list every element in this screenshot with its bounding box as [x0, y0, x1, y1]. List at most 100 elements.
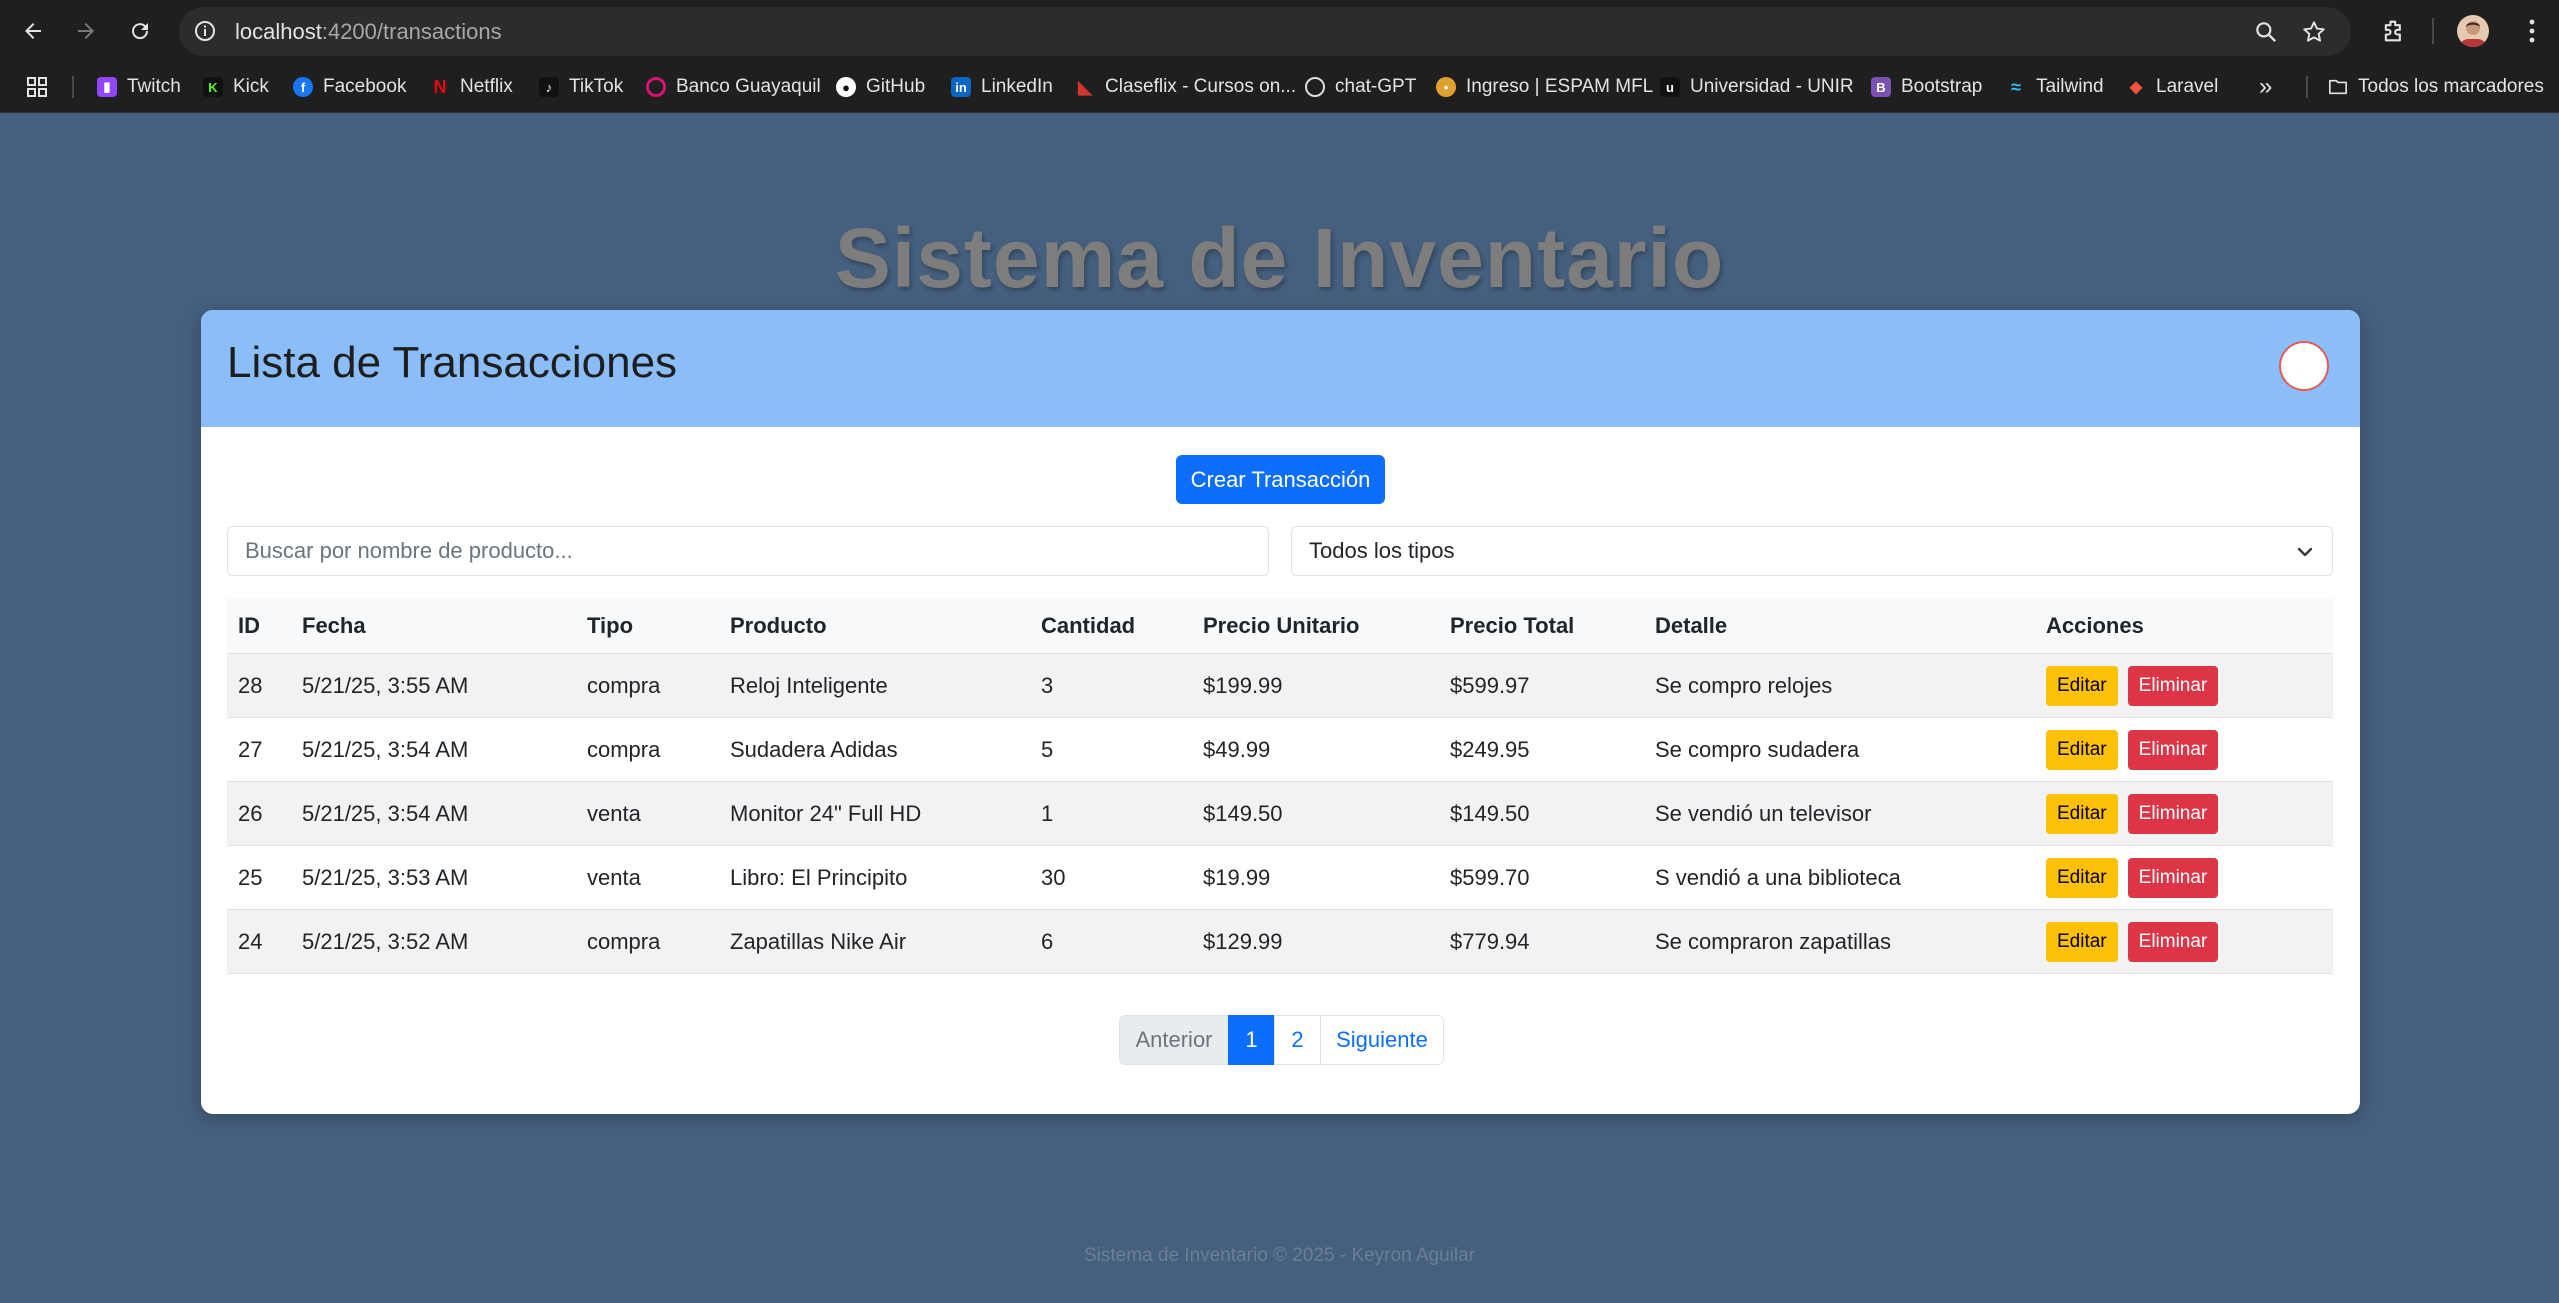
bookmark-banco-guayaquil[interactable]: Banco Guayaquil [646, 74, 821, 100]
cell-id: 28 [227, 653, 291, 718]
bookmark-unir[interactable]: u Universidad - UNIR [1660, 74, 1854, 100]
header-circle-button[interactable] [2279, 341, 2329, 391]
cell-precio-unitario: $49.99 [1192, 717, 1439, 782]
twitch-icon: ▮ [97, 77, 117, 97]
laravel-icon: ◆ [2129, 79, 2143, 96]
bookmark-linkedin[interactable]: in LinkedIn [951, 74, 1053, 100]
extensions-icon[interactable] [2378, 15, 2410, 47]
delete-button[interactable]: Eliminar [2127, 729, 2219, 770]
cell-cantidad: 6 [1030, 909, 1192, 974]
bookmark-tiktok[interactable]: ♪ TikTok [539, 74, 623, 100]
bookmark-tailwind[interactable]: ≈ Tailwind [2006, 74, 2104, 100]
netflix-icon: N [433, 76, 447, 97]
cell-id: 25 [227, 845, 291, 910]
browser-menu-icon[interactable] [2516, 15, 2548, 47]
reload-icon[interactable] [122, 13, 158, 49]
cell-id: 24 [227, 909, 291, 974]
delete-button[interactable]: Eliminar [2127, 857, 2219, 898]
bookmark-laravel[interactable]: ◆ Laravel [2126, 74, 2218, 100]
bookmark-twitch[interactable]: ▮ Twitch [97, 74, 181, 100]
pagination-previous[interactable]: Anterior [1119, 1015, 1229, 1065]
cell-fecha: 5/21/25, 3:55 AM [291, 653, 576, 718]
edit-button[interactable]: Editar [2046, 729, 2118, 770]
cell-fecha: 5/21/25, 3:53 AM [291, 845, 576, 910]
edit-button[interactable]: Editar [2046, 857, 2118, 898]
delete-button[interactable]: Eliminar [2127, 665, 2219, 706]
apps-icon[interactable] [26, 74, 48, 100]
column-header-producto[interactable]: Producto [719, 598, 1030, 654]
espam-icon: • [1436, 77, 1456, 97]
bookmark-facebook[interactable]: f Facebook [293, 74, 406, 100]
more-bookmarks-icon[interactable]: » [2259, 73, 2272, 100]
cell-producto: Libro: El Principito [719, 845, 1030, 910]
table-row: 24 5/21/25, 3:52 AM compra Zapatillas Ni… [227, 909, 2333, 974]
claseflix-icon: ◣ [1078, 76, 1092, 97]
all-bookmarks-label: Todos los marcadores [2358, 76, 2544, 97]
github-icon: ● [836, 77, 856, 97]
table-row: 25 5/21/25, 3:53 AM venta Libro: El Prin… [227, 845, 2333, 910]
edit-button[interactable]: Editar [2046, 793, 2118, 834]
delete-button[interactable]: Eliminar [2127, 793, 2219, 834]
profile-avatar[interactable] [2457, 15, 2489, 47]
bookmark-kick[interactable]: K Kick [203, 74, 269, 100]
linkedin-icon: in [951, 77, 971, 97]
transactions-table: ID Fecha Tipo Producto Cantidad Precio U… [227, 598, 2333, 974]
bookmark-label: TikTok [569, 76, 624, 97]
edit-button[interactable]: Editar [2046, 665, 2118, 706]
cell-acciones: Editar Eliminar [2035, 781, 2333, 846]
transactions-card: Lista de Transacciones Crear Transacción… [201, 310, 2360, 1114]
bookmark-star-icon[interactable] [2301, 19, 2327, 45]
cell-tipo: compra [576, 717, 719, 782]
table-row: 28 5/21/25, 3:55 AM compra Reloj Intelig… [227, 653, 2333, 718]
bookmark-label: Facebook [323, 76, 407, 97]
bookmark-label: GitHub [866, 76, 926, 97]
bookmark-chat-gpt[interactable]: chat-GPT [1305, 74, 1416, 100]
edit-button[interactable]: Editar [2046, 921, 2118, 962]
column-header-cantidad[interactable]: Cantidad [1030, 598, 1192, 654]
bookmark-claseflix[interactable]: ◣ Claseflix - Cursos on... [1075, 74, 1296, 100]
column-header-acciones: Acciones [2035, 598, 2333, 654]
bookmark-github[interactable]: ● GitHub [836, 74, 925, 100]
bookmark-bootstrap[interactable]: B Bootstrap [1871, 74, 1982, 100]
site-info-icon[interactable] [193, 19, 217, 43]
bookmark-label: Netflix [460, 76, 513, 97]
card-header: Lista de Transacciones [201, 310, 2360, 427]
bookmark-label: Twitch [127, 76, 181, 97]
create-transaction-button[interactable]: Crear Transacción [1176, 455, 1385, 504]
toolbar-divider [2432, 18, 2434, 44]
column-header-tipo[interactable]: Tipo [576, 598, 719, 654]
page-hero-title: Sistema de Inventario [834, 211, 1725, 305]
address-bar[interactable]: localhost:4200/transactions [179, 7, 2351, 56]
column-header-detalle[interactable]: Detalle [1644, 598, 2035, 654]
pagination-page-1[interactable]: 1 [1228, 1015, 1275, 1065]
pagination-page-2[interactable]: 2 [1274, 1015, 1321, 1065]
cell-fecha: 5/21/25, 3:54 AM [291, 781, 576, 846]
product-search-input[interactable] [227, 526, 1269, 576]
folder-icon [2328, 77, 2348, 97]
column-header-precio-total[interactable]: Precio Total [1439, 598, 1644, 654]
banco-guayaquil-icon [646, 77, 666, 97]
all-bookmarks[interactable]: Todos los marcadores [2328, 74, 2544, 100]
chevron-down-icon [2294, 541, 2316, 563]
type-filter-select[interactable]: Todos los tipos [1291, 526, 2333, 576]
cell-acciones: Editar Eliminar [2035, 717, 2333, 782]
cell-tipo: venta [576, 781, 719, 846]
cell-precio-total: $149.50 [1439, 781, 1644, 846]
column-header-precio-unitario[interactable]: Precio Unitario [1192, 598, 1439, 654]
forward-icon[interactable] [68, 13, 104, 49]
column-header-fecha[interactable]: Fecha [291, 598, 576, 654]
url-path: :4200/transactions [321, 19, 502, 44]
bookmark-espam[interactable]: • Ingreso | ESPAM MFL [1436, 74, 1653, 100]
chatgpt-icon [1305, 77, 1325, 97]
cell-producto: Monitor 24" Full HD [719, 781, 1030, 846]
bookmark-netflix[interactable]: N Netflix [430, 74, 513, 100]
cell-precio-total: $599.97 [1439, 653, 1644, 718]
pagination-next[interactable]: Siguiente [1320, 1015, 1444, 1065]
back-icon[interactable] [15, 13, 51, 49]
column-header-id[interactable]: ID [227, 598, 291, 654]
zoom-icon[interactable] [2253, 19, 2279, 45]
delete-button[interactable]: Eliminar [2127, 921, 2219, 962]
tiktok-icon: ♪ [539, 77, 559, 97]
cell-detalle: Se vendió un televisor [1644, 781, 2035, 846]
table-row: 27 5/21/25, 3:54 AM compra Sudadera Adid… [227, 717, 2333, 782]
